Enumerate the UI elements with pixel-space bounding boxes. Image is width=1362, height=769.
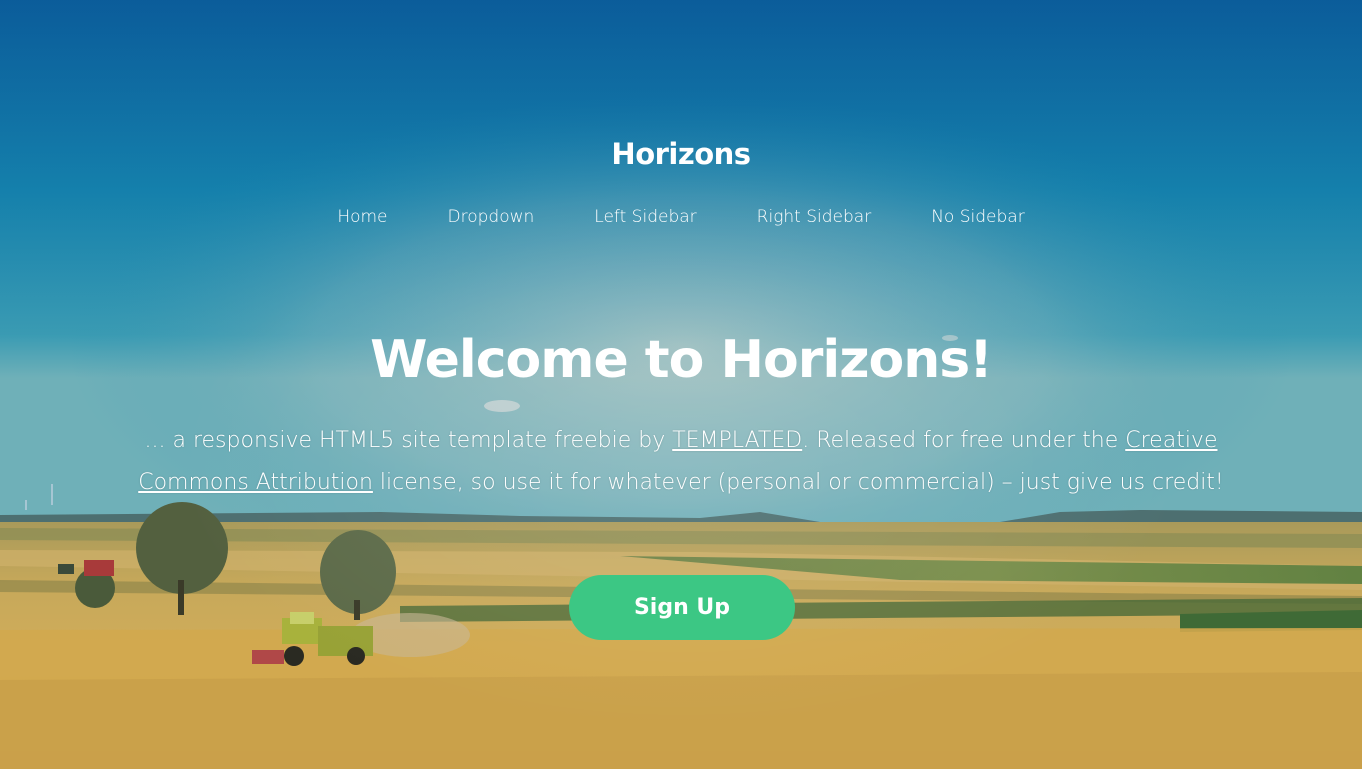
banner-title: Welcome to Horizons!	[370, 330, 993, 390]
nav-item-right-sidebar[interactable]: Right Sidebar	[727, 206, 902, 228]
banner-text-part2: . Released for free under the	[802, 428, 1126, 453]
nav-item-home[interactable]: Home	[307, 206, 417, 228]
nav-item-left-sidebar[interactable]: Left Sidebar	[564, 206, 726, 228]
nav-item-no-sidebar[interactable]: No Sidebar	[901, 206, 1054, 228]
templated-link[interactable]: TEMPLATED	[672, 428, 802, 453]
banner-text-part1: ... a responsive HTML5 site template fre…	[144, 428, 673, 453]
banner-description: ... a responsive HTML5 site template fre…	[110, 420, 1252, 504]
sign-up-button[interactable]: Sign Up	[569, 575, 795, 640]
main-nav: Home Dropdown Left Sidebar Right Sidebar…	[0, 206, 1362, 228]
site-logo[interactable]: Horizons	[0, 137, 1362, 171]
nav-item-dropdown[interactable]: Dropdown	[418, 206, 565, 228]
page: Horizons Home Dropdown Left Sidebar Righ…	[0, 0, 1362, 769]
banner-text-part3: license, so use it for whatever (persona…	[372, 470, 1224, 495]
